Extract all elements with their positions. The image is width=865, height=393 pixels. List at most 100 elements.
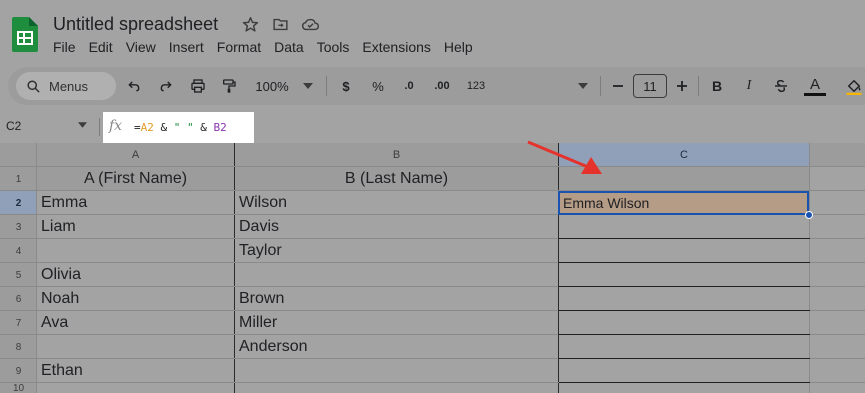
increase-decimal-button[interactable]: .00	[428, 67, 456, 105]
percent-button[interactable]: %	[369, 67, 387, 105]
row-header-4[interactable]: 4	[0, 239, 37, 263]
menu-format[interactable]: Format	[217, 38, 261, 56]
redo-icon[interactable]	[156, 67, 176, 105]
cell-b9[interactable]	[235, 359, 558, 383]
column-header-a[interactable]: A	[37, 143, 234, 167]
name-box-dropdown-icon[interactable]	[78, 122, 87, 128]
menu-file[interactable]: File	[53, 38, 76, 56]
cell-a3[interactable]: Liam	[37, 215, 234, 239]
gridline	[809, 334, 865, 335]
cell-b2[interactable]: Wilson	[235, 191, 558, 215]
gridline	[0, 166, 865, 167]
cell-b6[interactable]: Brown	[235, 287, 558, 311]
gridline	[809, 310, 865, 311]
select-all-corner[interactable]	[0, 143, 37, 167]
row-header-3[interactable]: 3	[0, 215, 37, 239]
cell-c5[interactable]	[559, 263, 809, 287]
column-header-d[interactable]	[810, 143, 865, 167]
menu-bar: File Edit View Insert Format Data Tools …	[53, 38, 486, 56]
toolbar-divider	[698, 76, 699, 96]
menu-insert[interactable]: Insert	[169, 38, 204, 56]
gridline	[809, 214, 865, 215]
cell-a2[interactable]: Emma	[37, 191, 234, 215]
menu-data[interactable]: Data	[274, 38, 304, 56]
sheets-logo-icon[interactable]	[12, 17, 38, 52]
zoom-dropdown-icon[interactable]	[301, 67, 315, 105]
fill-handle[interactable]	[805, 211, 813, 219]
cell-b4[interactable]: Taylor	[235, 239, 558, 263]
formula-text[interactable]: =A2 & " " & B2	[134, 121, 227, 134]
menu-view[interactable]: View	[126, 38, 156, 56]
cell-c3[interactable]	[559, 215, 809, 239]
menu-edit[interactable]: Edit	[89, 38, 113, 56]
toolbar-divider	[326, 76, 327, 96]
decrease-decimal-button[interactable]: .0	[398, 67, 420, 105]
cell-a7[interactable]: Ava	[37, 311, 234, 335]
gridline	[809, 358, 865, 359]
cell-c8[interactable]	[559, 335, 809, 359]
cell-a9[interactable]: Ethan	[37, 359, 234, 383]
undo-icon[interactable]	[124, 67, 144, 105]
cell-c4[interactable]	[559, 239, 809, 263]
print-icon[interactable]	[187, 67, 209, 105]
text-color-button[interactable]: A	[804, 67, 826, 105]
row-header-1[interactable]: 1	[0, 167, 37, 191]
currency-button[interactable]: $	[337, 67, 355, 105]
cell-a8[interactable]	[37, 335, 234, 359]
zoom-value[interactable]: 100%	[252, 67, 292, 105]
gridline	[0, 358, 558, 359]
cell-a4[interactable]	[37, 239, 234, 263]
cell-c2-active[interactable]: Emma Wilson	[558, 191, 809, 215]
toolbar-divider	[600, 76, 601, 96]
gridline	[809, 143, 810, 393]
gridline	[809, 262, 865, 263]
search-menus-label: Menus	[49, 78, 89, 94]
paint-format-icon[interactable]	[218, 67, 240, 105]
gridline	[234, 143, 235, 393]
row-header-5[interactable]: 5	[0, 263, 37, 287]
document-title[interactable]: Untitled spreadsheet	[53, 12, 218, 36]
number-format-button[interactable]: 123	[463, 67, 489, 105]
search-icon	[27, 79, 40, 93]
menu-tools[interactable]: Tools	[317, 38, 350, 56]
column-header-b[interactable]: B	[235, 143, 558, 167]
row-header-2[interactable]: 2	[0, 191, 37, 215]
menu-extensions[interactable]: Extensions	[362, 38, 430, 56]
move-folder-icon[interactable]	[270, 14, 290, 34]
row-header-10[interactable]: 10	[0, 383, 37, 393]
row-header-8[interactable]: 8	[0, 335, 37, 359]
cell-b5[interactable]	[235, 263, 558, 287]
name-box[interactable]: C2	[6, 119, 21, 133]
cell-c6[interactable]	[559, 287, 809, 311]
cloud-status-icon[interactable]	[300, 14, 320, 34]
row-header-7[interactable]: 7	[0, 311, 37, 335]
cell-c9[interactable]	[559, 359, 809, 383]
decrease-font-size-icon[interactable]	[610, 67, 626, 105]
gridline	[0, 214, 558, 215]
cell-b7[interactable]: Miller	[235, 311, 558, 335]
row-header-9[interactable]: 9	[0, 359, 37, 383]
font-size-input[interactable]: 11	[633, 74, 667, 98]
row-header-6[interactable]: 6	[0, 287, 37, 311]
menu-help[interactable]: Help	[444, 38, 473, 56]
formula-ref-b2: B2	[213, 121, 227, 134]
cell-b1[interactable]: B (Last Name)	[235, 167, 558, 191]
formula-bar-divider	[99, 118, 100, 136]
cell-a5[interactable]: Olivia	[37, 263, 234, 287]
italic-button[interactable]: I	[740, 67, 758, 105]
increase-font-size-icon[interactable]	[674, 67, 690, 105]
gridline	[0, 334, 558, 335]
strikethrough-icon[interactable]	[771, 67, 791, 105]
search-menus-button[interactable]: Menus	[16, 72, 116, 100]
gridline	[809, 286, 865, 287]
gridline	[0, 310, 558, 311]
font-dropdown-icon[interactable]	[576, 67, 590, 105]
cell-b3[interactable]: Davis	[235, 215, 558, 239]
fill-color-icon[interactable]	[844, 67, 864, 105]
cell-a1[interactable]: A (First Name)	[37, 167, 234, 191]
cell-a6[interactable]: Noah	[37, 287, 234, 311]
bold-button[interactable]: B	[708, 67, 726, 105]
cell-c7[interactable]	[559, 311, 809, 335]
star-icon[interactable]	[240, 14, 260, 34]
cell-b8[interactable]: Anderson	[235, 335, 558, 359]
